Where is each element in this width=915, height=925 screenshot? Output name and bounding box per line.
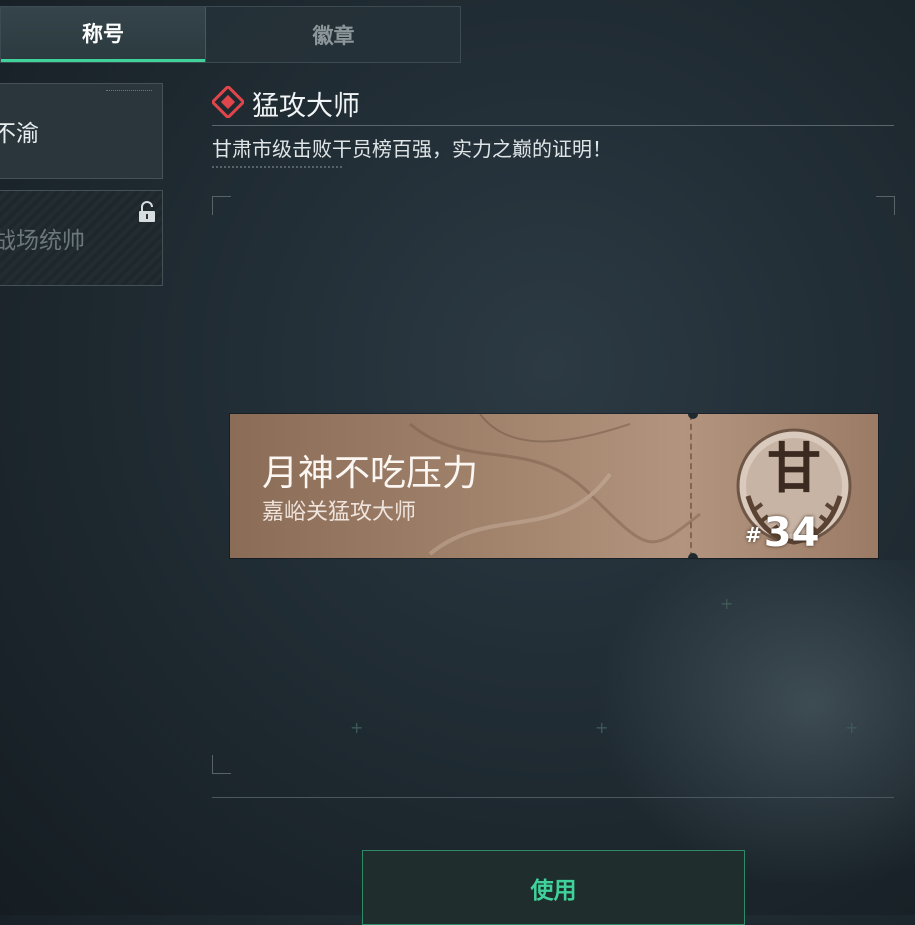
- nameplate-subtitle: 嘉峪关猛攻大师: [262, 500, 417, 525]
- crosshair-mark: +: [720, 594, 734, 613]
- category-tabs: 称号 徽章: [0, 6, 461, 63]
- emblem-character: 甘: [767, 437, 821, 500]
- lock-icon: [139, 201, 155, 222]
- frame-corner: [212, 196, 231, 215]
- title-list-item-label: 战场统帅: [0, 228, 85, 254]
- selected-title-description: 甘肃市级击败干员榜百强，实力之巅的证明！: [212, 137, 612, 161]
- divider: [212, 125, 894, 126]
- title-list-item-label: 不渝: [0, 121, 39, 147]
- plate-notch: [688, 553, 698, 558]
- item-decoration: [106, 90, 152, 97]
- crosshair-mark: +: [845, 718, 859, 737]
- player-name: 月神不吃压力: [262, 453, 479, 494]
- use-button[interactable]: 使用: [362, 850, 745, 925]
- rank-number: #34: [745, 510, 819, 556]
- frame-corner: [212, 755, 231, 774]
- crosshair-mark: +: [595, 718, 609, 737]
- crosshair-mark: +: [350, 718, 364, 737]
- rank-value: 34: [763, 510, 820, 556]
- title-list-item[interactable]: 不渝: [0, 83, 163, 179]
- faint-decoration: [212, 166, 342, 174]
- divider: [212, 797, 894, 798]
- rank-hash: #: [745, 523, 762, 547]
- tab-badges[interactable]: 徽章: [205, 7, 461, 62]
- tab-titles[interactable]: 称号: [1, 7, 205, 62]
- nameplate-preview: 月神不吃压力 嘉峪关猛攻大师 甘 #34: [230, 414, 878, 558]
- selected-title-name: 猛攻大师: [252, 91, 360, 122]
- red-diamond-icon: [212, 86, 244, 118]
- frame-corner: [876, 196, 895, 215]
- title-list-item-locked[interactable]: 战场统帅: [0, 190, 163, 286]
- plate-separator: [690, 414, 692, 558]
